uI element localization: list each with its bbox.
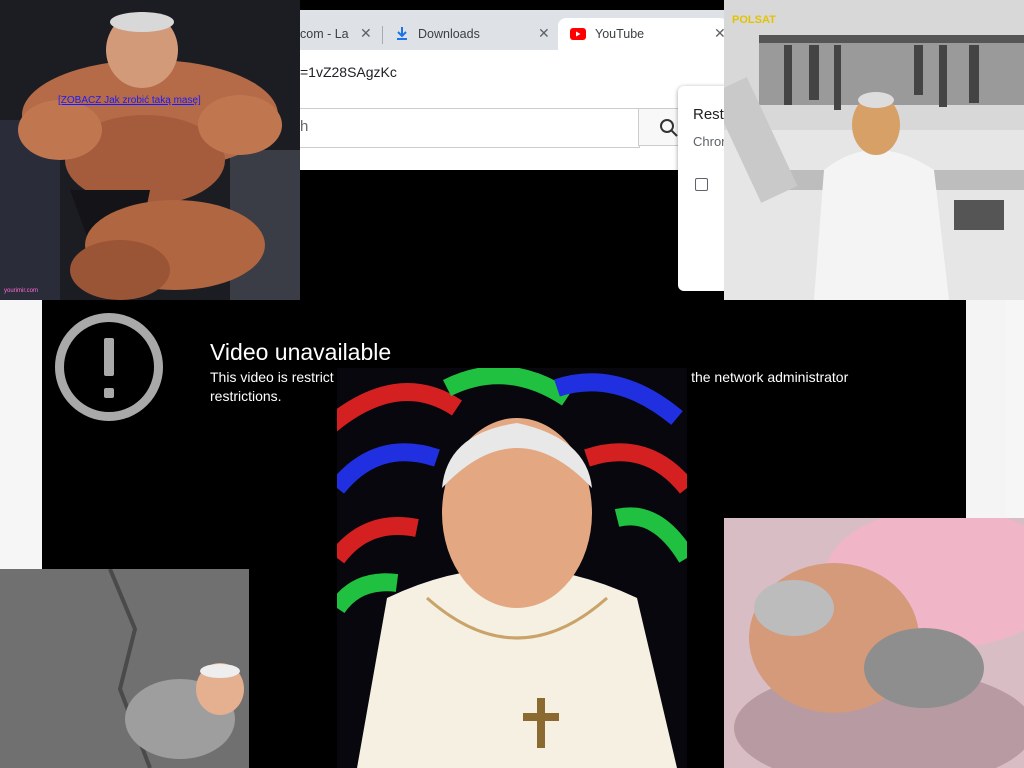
restore-popup-subtitle: Chror <box>693 134 726 149</box>
search-input[interactable] <box>300 108 640 148</box>
video-error-line2: restrictions. <box>210 388 282 404</box>
youtube-logo-icon <box>570 28 586 40</box>
download-icon <box>397 27 407 40</box>
youtube-search-bar: h <box>300 98 724 158</box>
tab-separator <box>382 26 383 44</box>
url-text[interactable]: =1vZ28SAgzKc <box>300 64 397 80</box>
restore-popup-title: Resto <box>693 106 728 123</box>
pope-center-meme-image <box>337 368 687 768</box>
kitchen-meme-image: POLSAT <box>724 0 1024 300</box>
tv-channel-logo: POLSAT <box>732 14 776 26</box>
bodybuilder-credit: yourimir.com <box>4 288 39 294</box>
close-icon[interactable]: ✕ <box>714 25 724 42</box>
tab-previous[interactable]: com - La ✕ <box>300 18 380 50</box>
pink-blanket-meme-image <box>724 518 1024 768</box>
search-input-text[interactable]: h <box>300 118 308 135</box>
bodybuilder-meme-image: [ZOBACZ Jak zrobić taką masę] yourimir.c… <box>0 0 300 300</box>
tab-strip: com - La ✕ Downloads ✕ YouTube ✕ <box>300 10 724 50</box>
video-error-title: Video unavailable <box>210 339 392 365</box>
floor-illustration <box>0 569 249 768</box>
tab-youtube[interactable]: YouTube ✕ <box>558 18 724 50</box>
bodybuilder-ad-link[interactable]: [ZOBACZ Jak zrobić taką masę] <box>58 95 201 106</box>
warning-icon-bar <box>104 338 114 376</box>
tab-title: Downloads <box>418 27 480 41</box>
pink-blanket-illustration <box>724 518 1024 768</box>
pope-center-illustration <box>337 368 687 768</box>
tab-downloads[interactable]: Downloads ✕ <box>384 18 554 50</box>
video-error-line1-start: This video is restrict <box>210 369 334 385</box>
warning-icon-dot <box>104 388 114 398</box>
bodybuilder-illustration <box>0 0 300 300</box>
floor-meme-image <box>0 569 249 768</box>
page-background-strip <box>966 300 1006 520</box>
close-icon[interactable]: ✕ <box>360 25 372 42</box>
tab-title: YouTube <box>595 27 645 41</box>
search-icon <box>660 119 678 137</box>
address-bar[interactable]: =1vZ28SAgzKc <box>300 50 724 96</box>
close-icon[interactable]: ✕ <box>538 25 550 42</box>
browser-window: com - La ✕ Downloads ✕ YouTube ✕ =1vZ28S… <box>300 10 724 170</box>
tab-title: com - La <box>300 27 349 41</box>
restore-pages-popup: Resto Chror <box>678 86 728 291</box>
restore-checkbox[interactable] <box>695 178 708 191</box>
kitchen-illustration <box>724 0 1024 300</box>
